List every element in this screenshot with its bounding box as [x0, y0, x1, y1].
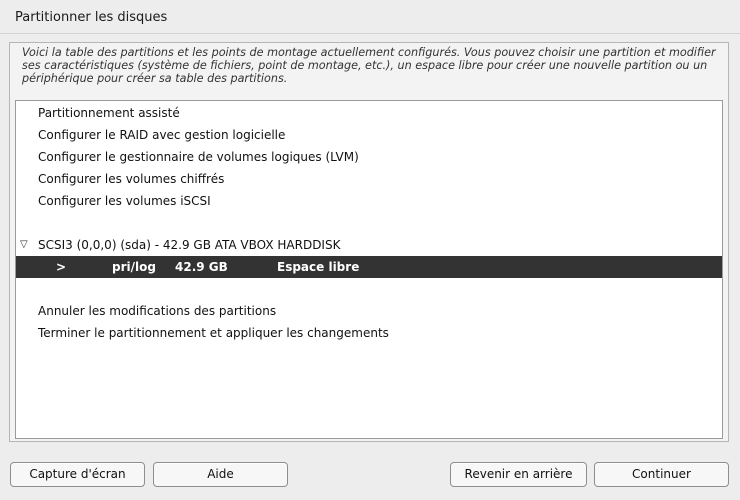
partition-name: Espace libre	[277, 260, 360, 274]
description-text: Voici la table des partitions et les poi…	[22, 46, 716, 85]
list-item-label: Configurer les volumes chiffrés	[38, 172, 225, 186]
window-title: Partitionner les disques	[15, 10, 168, 25]
list-item-label: Partitionnement assisté	[38, 106, 180, 120]
screenshot-button[interactable]: Capture d'écran	[10, 462, 145, 487]
triangle-down-icon[interactable]: ▽	[20, 234, 28, 256]
list-item-finish-partitioning[interactable]: Terminer le partitionnement et appliquer…	[16, 322, 722, 344]
partition-row-free-space[interactable]: > pri/log 42.9 GB Espace libre	[16, 256, 722, 278]
partition-list[interactable]: Partitionnement assisté Configurer le RA…	[15, 100, 723, 439]
disk-sda[interactable]: ▽ SCSI3 (0,0,0) (sda) - 42.9 GB ATA VBOX…	[16, 234, 722, 256]
list-item-configure-lvm[interactable]: Configurer le gestionnaire de volumes lo…	[16, 146, 722, 168]
list-item-label: Terminer le partitionnement et appliquer…	[38, 326, 389, 340]
partition-marker: >	[56, 260, 67, 274]
title-divider	[0, 33, 740, 34]
list-item-configure-iscsi[interactable]: Configurer les volumes iSCSI	[16, 190, 722, 212]
list-item-label: Configurer les volumes iSCSI	[38, 194, 211, 208]
list-item-undo-changes[interactable]: Annuler les modifications des partitions	[16, 300, 722, 322]
list-item-configure-raid[interactable]: Configurer le RAID avec gestion logiciel…	[16, 124, 722, 146]
list-item-configure-crypto[interactable]: Configurer les volumes chiffrés	[16, 168, 722, 190]
list-item-label: Configurer le RAID avec gestion logiciel…	[38, 128, 286, 142]
help-button[interactable]: Aide	[153, 462, 288, 487]
list-item-label: Configurer le gestionnaire de volumes lo…	[38, 150, 359, 164]
list-item-label: Annuler les modifications des partitions	[38, 304, 277, 318]
partition-size: 42.9 GB	[175, 260, 228, 274]
partition-type: pri/log	[112, 260, 156, 274]
disk-label: SCSI3 (0,0,0) (sda) - 42.9 GB ATA VBOX H…	[38, 238, 341, 252]
continue-button[interactable]: Continuer	[594, 462, 729, 487]
list-item-guided-partitioning[interactable]: Partitionnement assisté	[16, 102, 722, 124]
back-button[interactable]: Revenir en arrière	[450, 462, 587, 487]
